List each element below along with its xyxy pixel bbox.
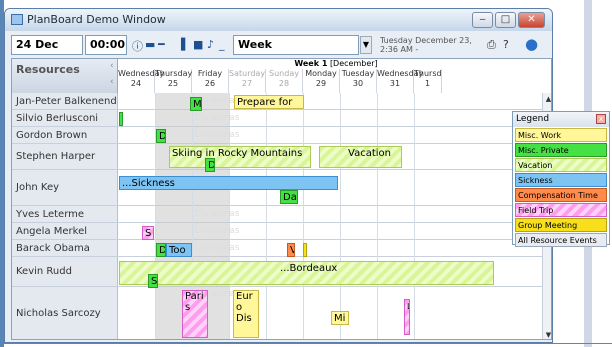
scroll-left-icon[interactable]: ‹ — [110, 61, 118, 75]
legend-item-compensation-time[interactable]: Compensation Time — [515, 188, 607, 202]
resource-row[interactable]: Angela Merkel — [12, 223, 551, 240]
resource-name[interactable]: John Key — [12, 170, 118, 205]
event-misc-private[interactable]: Da — [280, 190, 298, 204]
event-misc-private[interactable]: D — [156, 129, 166, 143]
day-header[interactable]: Wednesday 24 — [118, 69, 164, 93]
event-misc-private[interactable]: M — [190, 97, 202, 111]
event-field-trip[interactable]: Pari s — [182, 290, 208, 338]
resource-name[interactable]: Stephen Harper — [12, 144, 118, 169]
resource-name[interactable]: Yves Leterme — [12, 206, 118, 222]
event-misc-private[interactable]: D — [156, 243, 166, 257]
event-sickness[interactable]: Too — [166, 243, 192, 257]
day-header[interactable]: Thursd 1 — [414, 69, 442, 93]
info-icon[interactable]: ⓘ — [132, 38, 143, 54]
toolbar: 24 Dec 2008 00:00 ⓘ ▬ ━ ▌ ■ ♪ _ Week ▼ T… — [11, 35, 548, 69]
legend-title: Legend — [516, 114, 550, 124]
week-label: Week 1 — [294, 59, 328, 68]
legend-item-field-trip[interactable]: Field Trip — [515, 203, 607, 217]
event-misc-private[interactable]: S — [148, 274, 158, 288]
bracket-icon[interactable]: ▌ — [181, 38, 189, 51]
legend-item-vacation[interactable]: Vacation — [515, 158, 607, 172]
planboard-grid: Resources ‹ ‹ Week 1 [December] Wednesda… — [11, 58, 552, 340]
underline-icon[interactable]: _ — [219, 38, 225, 51]
app-icon — [11, 14, 23, 25]
legend-item-misc-work[interactable]: Misc. Work — [515, 128, 607, 142]
event-vacation[interactable]: ...Bordeaux — [119, 261, 494, 285]
time-field[interactable]: 00:00 — [85, 35, 127, 55]
week-header: Week 1 [December] — [124, 59, 548, 69]
help-icon[interactable]: ? — [503, 38, 509, 51]
resource-name[interactable]: Jan-Peter Balkenende — [12, 93, 118, 109]
legend-item-misc-private[interactable]: Misc. Private — [515, 143, 607, 157]
legend-item-group-meeting[interactable]: Group Meeting — [515, 218, 607, 232]
legend-close-icon[interactable]: x — [596, 114, 606, 124]
window-title: PlanBoard Demo Window — [27, 13, 166, 26]
event-misc-work[interactable]: Prepare for — [234, 95, 304, 109]
print-icon[interactable]: ⎙ — [487, 38, 496, 52]
event-field-trip[interactable]: S — [142, 226, 154, 240]
scroll-left-icon-2[interactable]: ‹ — [110, 77, 118, 91]
resource-row[interactable]: Gordon Brown — [12, 127, 551, 144]
legend-panel: Legend x Misc. Work Misc. Private Vacati… — [512, 111, 610, 247]
day-header[interactable]: Tuesday 30 — [340, 69, 377, 93]
event-group-meeting[interactable] — [303, 243, 307, 257]
day-header[interactable]: Thursday 25 — [155, 69, 192, 93]
day-header[interactable]: Saturday 27 — [229, 69, 266, 93]
resource-row[interactable]: Yves Leterme — [12, 206, 551, 223]
date-field[interactable]: 24 Dec 2008 — [11, 35, 83, 69]
maximize-button[interactable]: □ — [495, 12, 516, 28]
resource-row[interactable]: Barack Obama — [12, 240, 551, 257]
view-select[interactable]: Week — [233, 35, 359, 55]
event-misc-private[interactable]: D — [205, 158, 215, 172]
legend-header[interactable]: Legend x — [513, 112, 609, 127]
day-header[interactable]: Friday 26 — [192, 69, 229, 93]
event-misc-work[interactable]: Eur o Dis — [233, 290, 259, 338]
line-icon[interactable]: ━ — [158, 38, 165, 51]
current-date: Tuesday December 23, — [380, 36, 472, 45]
current-time: 2:36 AM - — [380, 45, 419, 54]
close-button[interactable]: ✕ — [518, 12, 545, 28]
day-header[interactable]: Wednesday 31 — [377, 69, 423, 93]
resource-row[interactable]: Silvio Berlusconi — [12, 110, 551, 127]
resource-name[interactable]: Nicholas Sarcozy — [12, 287, 118, 339]
event-vacation[interactable]: Vacation — [319, 146, 402, 168]
legend-item-all-resource-events[interactable]: All Resource Events — [515, 233, 607, 247]
scroll-up-icon[interactable]: ▲ — [543, 93, 551, 105]
legend-item-sickness[interactable]: Sickness — [515, 173, 607, 187]
resource-name[interactable]: Silvio Berlusconi — [12, 110, 118, 126]
view-dropdown-arrow[interactable]: ▼ — [360, 36, 372, 54]
resource-name[interactable]: Angela Merkel — [12, 223, 118, 239]
day-header[interactable]: Monday 29 — [303, 69, 340, 93]
event-field-trip[interactable]: L — [404, 299, 410, 335]
bars-icon[interactable]: ▬ — [145, 38, 155, 51]
globe-icon[interactable]: ● — [525, 35, 538, 53]
week-month: [December] — [329, 59, 378, 68]
resource-name[interactable]: Gordon Brown — [12, 127, 118, 143]
bottom-line — [0, 343, 612, 344]
block-icon[interactable]: ■ — [193, 38, 203, 51]
planboard-window: PlanBoard Demo Window ‒ □ ✕ 24 Dec 2008 … — [4, 8, 553, 343]
resource-row[interactable]: Nicholas Sarcozy — [12, 287, 551, 339]
day-header[interactable]: Sunday 28 — [266, 69, 303, 93]
minimize-button[interactable]: ‒ — [472, 12, 493, 28]
lock-icon[interactable]: ♪ — [207, 38, 214, 51]
event-sickness[interactable]: ...Sickness — [119, 176, 338, 190]
resource-name[interactable]: Kevin Rudd — [12, 257, 118, 286]
scroll-down-icon[interactable]: ▼ — [543, 329, 551, 339]
title-bar[interactable]: PlanBoard Demo Window ‒ □ ✕ — [5, 9, 552, 31]
event-compensation-time[interactable]: V — [287, 243, 295, 257]
current-datetime: Tuesday December 23, 2:36 AM - — [380, 36, 472, 54]
event-misc-private[interactable] — [119, 112, 123, 126]
resources-header: Resources — [12, 59, 118, 93]
event-vacation[interactable]: Skiing in Rocky Mountains — [169, 146, 311, 168]
event-misc-work[interactable]: Mi — [331, 311, 349, 325]
resource-name[interactable]: Barack Obama — [12, 240, 118, 256]
